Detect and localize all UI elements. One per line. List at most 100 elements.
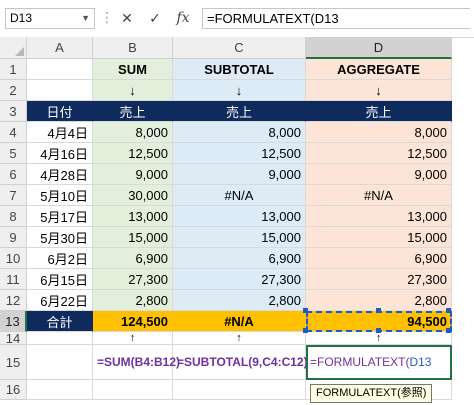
cell-a8-date[interactable]: 5月17日	[27, 206, 93, 227]
cell-c15-subtotal-formula[interactable]: =SUBTOTAL(9,C4:C12)	[173, 345, 308, 380]
cell-b3-sales-header[interactable]: 売上	[93, 101, 173, 122]
cell-c7-sales[interactable]: #N/A	[173, 185, 306, 206]
cell-a1[interactable]	[27, 59, 93, 80]
cell-c16[interactable]	[173, 380, 306, 400]
row-header-4[interactable]: 4	[0, 122, 27, 143]
name-box[interactable]: D13 ▼	[5, 8, 95, 29]
row-header-8[interactable]: 8	[0, 206, 27, 227]
cell-d10-sales[interactable]: 6,900	[306, 248, 452, 269]
row-header-2[interactable]: 2	[0, 80, 27, 101]
formula-input[interactable]: =FORMULATEXT(D13	[202, 8, 470, 29]
resize-handle[interactable]	[376, 308, 381, 313]
cell-d4-sales[interactable]: 8,000	[306, 122, 452, 143]
row-header-12[interactable]: 12	[0, 290, 27, 311]
cell-d8-sales[interactable]: 13,000	[306, 206, 452, 227]
insert-function-icon[interactable]: fx	[172, 8, 194, 29]
cell-b9-sales[interactable]: 15,000	[93, 227, 173, 248]
cell-a13-total-label[interactable]: 合計	[27, 311, 93, 332]
cell-c6-sales[interactable]: 9,000	[173, 164, 306, 185]
drag-handle-icon[interactable]: ⋮	[100, 9, 114, 26]
cell-c5-sales[interactable]: 12,500	[173, 143, 306, 164]
cell-a7-date[interactable]: 5月10日	[27, 185, 93, 206]
cell-c1-subtotal-header[interactable]: SUBTOTAL	[173, 59, 306, 80]
cell-a15[interactable]	[27, 345, 93, 380]
row-header-13[interactable]: 13	[0, 311, 27, 332]
cell-c3-sales-header[interactable]: 売上	[173, 101, 306, 122]
cell-b13-sum-total[interactable]: 124,500	[93, 311, 173, 332]
cell-c14-arrow[interactable]: ↑	[173, 332, 306, 345]
cell-b2-arrow[interactable]: ↓	[93, 80, 173, 101]
cell-b14-arrow[interactable]: ↑	[93, 332, 173, 345]
cell-d1-aggregate-header[interactable]: AGGREGATE	[306, 59, 452, 80]
column-header-d[interactable]: D	[306, 37, 452, 59]
row-header-11[interactable]: 11	[0, 269, 27, 290]
resize-handle[interactable]	[376, 328, 381, 333]
column-header-c[interactable]: C	[173, 37, 306, 59]
cell-c8-sales[interactable]: 13,000	[173, 206, 306, 227]
cell-b11-sales[interactable]: 27,300	[93, 269, 173, 290]
row-header-9[interactable]: 9	[0, 227, 27, 248]
cell-b5-sales[interactable]: 12,500	[93, 143, 173, 164]
enter-icon[interactable]: ✓	[144, 8, 166, 29]
select-all-corner[interactable]	[0, 37, 27, 59]
cell-a6-date[interactable]: 4月28日	[27, 164, 93, 185]
resize-handle[interactable]	[303, 328, 308, 333]
cell-c12-sales[interactable]: 2,800	[173, 290, 306, 311]
select-all-icon	[15, 47, 24, 56]
cell-b1-sum-header[interactable]: SUM	[93, 59, 173, 80]
row-header-5[interactable]: 5	[0, 143, 27, 164]
cell-a11-date[interactable]: 6月15日	[27, 269, 93, 290]
row-header-16[interactable]: 16	[0, 380, 27, 400]
cell-c9-sales[interactable]: 15,000	[173, 227, 306, 248]
function-tooltip[interactable]: FORMULATEXT(参照)	[310, 384, 433, 403]
cell-c10-sales[interactable]: 6,900	[173, 248, 306, 269]
cell-b15-sum-formula[interactable]: =SUM(B4:B12)	[93, 345, 180, 380]
cell-b6-sales[interactable]: 9,000	[93, 164, 173, 185]
column-header-b[interactable]: B	[93, 37, 173, 59]
row-header-7[interactable]: 7	[0, 185, 27, 206]
cell-a2[interactable]	[27, 80, 93, 101]
column-header-a[interactable]: A	[27, 37, 93, 59]
cancel-icon[interactable]: ✕	[116, 8, 138, 29]
cell-a9-date[interactable]: 5月30日	[27, 227, 93, 248]
cell-b16[interactable]	[93, 380, 173, 400]
row-header-6[interactable]: 6	[0, 164, 27, 185]
cell-a5-date[interactable]: 4月16日	[27, 143, 93, 164]
row-header-3[interactable]: 3	[0, 101, 27, 122]
cell-c13-subtotal-total[interactable]: #N/A	[173, 311, 306, 332]
cell-d14-arrow[interactable]: ↑	[306, 332, 452, 345]
cell-a10-date[interactable]: 6月2日	[27, 248, 93, 269]
cell-a16[interactable]	[27, 380, 93, 400]
tooltip-function-name[interactable]: FORMULATEXT(	[316, 387, 401, 399]
chevron-down-icon[interactable]: ▼	[81, 9, 90, 28]
resize-handle[interactable]	[446, 308, 451, 313]
cell-b4-sales[interactable]: 8,000	[93, 122, 173, 143]
cell-c11-sales[interactable]: 27,300	[173, 269, 306, 290]
cell-a12-date[interactable]: 6月22日	[27, 290, 93, 311]
cell-c4-sales[interactable]: 8,000	[173, 122, 306, 143]
resize-handle[interactable]	[446, 328, 451, 333]
row-header-14[interactable]: 14	[0, 332, 27, 345]
resize-handle[interactable]	[303, 308, 308, 313]
cell-a3-date-header[interactable]: 日付	[27, 101, 93, 122]
name-box-value: D13	[10, 11, 33, 25]
formula-edit-prefix: =FORMULATEXT(	[310, 355, 410, 369]
cell-a4-date[interactable]: 4月4日	[27, 122, 93, 143]
cell-b10-sales[interactable]: 6,900	[93, 248, 173, 269]
cell-a14[interactable]	[27, 332, 93, 345]
cell-d7-sales[interactable]: #N/A	[306, 185, 452, 206]
cell-b7-sales[interactable]: 30,000	[93, 185, 173, 206]
cell-b8-sales[interactable]: 13,000	[93, 206, 173, 227]
row-header-10[interactable]: 10	[0, 248, 27, 269]
cell-d3-sales-header[interactable]: 売上	[306, 101, 452, 122]
cell-d9-sales[interactable]: 15,000	[306, 227, 452, 248]
cell-d2-arrow[interactable]: ↓	[306, 80, 452, 101]
cell-d11-sales[interactable]: 27,300	[306, 269, 452, 290]
cell-c2-arrow[interactable]: ↓	[173, 80, 306, 101]
cell-d6-sales[interactable]: 9,000	[306, 164, 452, 185]
cell-d15-formula-edit[interactable]: =FORMULATEXT(D13	[306, 345, 452, 380]
row-header-1[interactable]: 1	[0, 59, 27, 80]
row-header-15[interactable]: 15	[0, 345, 27, 380]
cell-d5-sales[interactable]: 12,500	[306, 143, 452, 164]
cell-b12-sales[interactable]: 2,800	[93, 290, 173, 311]
